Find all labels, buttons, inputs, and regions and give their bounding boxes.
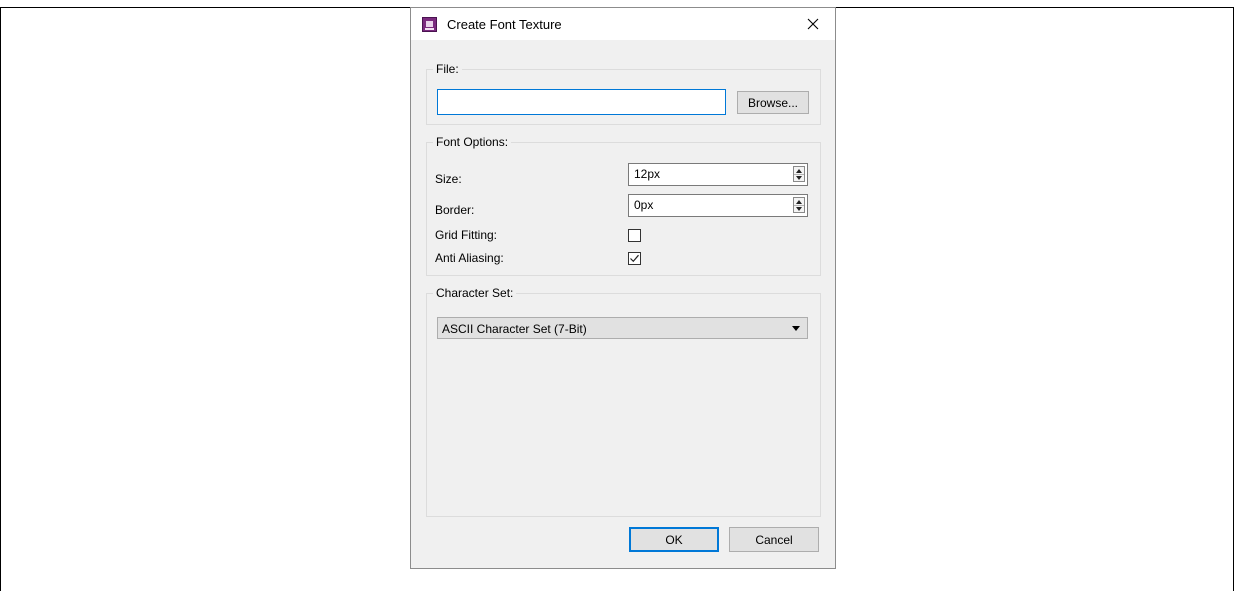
size-spin-arrows	[793, 166, 805, 182]
size-decrement-button[interactable]	[794, 174, 804, 181]
close-button[interactable]	[791, 8, 835, 39]
arrow-up-icon	[796, 168, 802, 173]
anti-aliasing-checkbox[interactable]	[628, 252, 641, 265]
ok-button-label: OK	[665, 532, 683, 547]
border-spin-arrows	[793, 197, 805, 213]
character-set-dropdown[interactable]: ASCII Character Set (7-Bit)	[437, 317, 808, 339]
character-set-label: Character Set:	[433, 286, 517, 300]
app-icon	[422, 17, 437, 32]
grid-fitting-checkbox[interactable]	[628, 229, 641, 242]
border-label: Border:	[435, 203, 475, 217]
create-font-texture-dialog: Create Font Texture File: Browse... Font…	[410, 7, 836, 569]
browse-button[interactable]: Browse...	[737, 91, 809, 114]
file-group-label: File:	[433, 62, 462, 76]
file-path-input[interactable]	[437, 89, 726, 115]
anti-aliasing-label: Anti Aliasing:	[435, 251, 504, 265]
border-decrement-button[interactable]	[794, 205, 804, 212]
size-label: Size:	[435, 172, 462, 186]
font-options-group: Font Options: Size: 12px Border: 0px Gri…	[426, 135, 821, 276]
border-value: 0px	[634, 198, 654, 212]
cancel-button-label: Cancel	[755, 532, 793, 547]
arrow-down-icon	[796, 175, 802, 180]
character-set-value: ASCII Character Set (7-Bit)	[442, 322, 587, 336]
checkmark-icon	[630, 254, 639, 263]
ok-button[interactable]: OK	[629, 527, 719, 552]
grid-fitting-label: Grid Fitting:	[435, 228, 498, 242]
arrow-down-icon	[796, 206, 802, 211]
dropdown-arrow-icon	[792, 326, 800, 331]
close-icon	[807, 18, 819, 29]
size-spinbox[interactable]: 12px	[628, 163, 808, 186]
font-options-label: Font Options:	[433, 135, 512, 149]
browse-button-label: Browse...	[747, 95, 798, 110]
size-value: 12px	[634, 167, 661, 181]
cancel-button[interactable]: Cancel	[729, 527, 819, 552]
arrow-up-icon	[796, 199, 802, 204]
file-group: File: Browse...	[426, 62, 821, 125]
dialog-title: Create Font Texture	[447, 17, 562, 32]
character-set-group: Character Set: ASCII Character Set (7-Bi…	[426, 286, 821, 517]
title-bar: Create Font Texture	[411, 8, 835, 40]
border-spinbox[interactable]: 0px	[628, 194, 808, 217]
